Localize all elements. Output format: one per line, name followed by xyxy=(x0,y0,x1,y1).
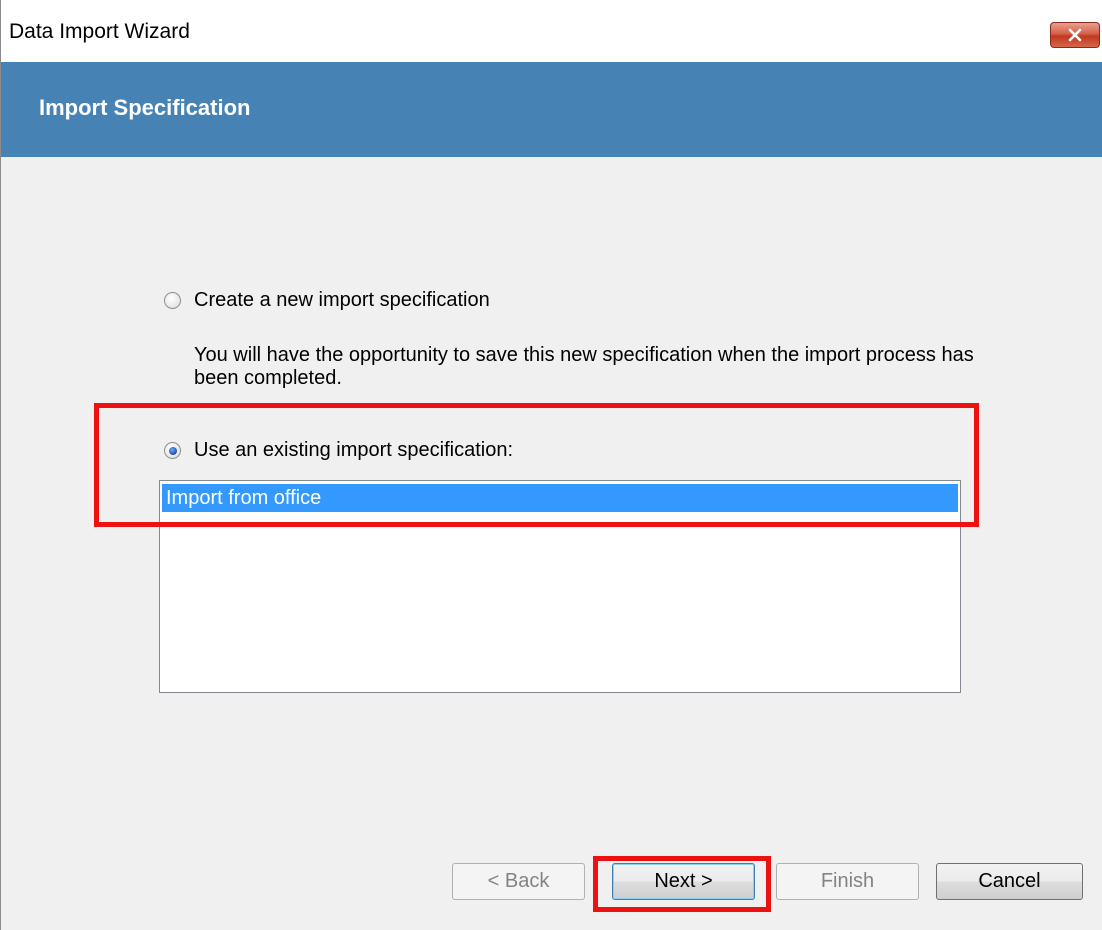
back-button[interactable]: < Back xyxy=(452,863,585,900)
new-spec-label: Create a new import specification xyxy=(194,289,490,311)
new-spec-option[interactable]: Create a new import specification xyxy=(164,289,490,312)
existing-spec-radio[interactable] xyxy=(164,442,181,459)
close-button[interactable] xyxy=(1050,22,1100,48)
next-button[interactable]: Next > xyxy=(612,863,755,900)
new-spec-description: You will have the opportunity to save th… xyxy=(194,344,974,389)
existing-spec-label: Use an existing import specification: xyxy=(194,439,514,461)
page-title: Import Specification xyxy=(39,95,251,120)
data-import-wizard-window: Data Import Wizard Import Specification … xyxy=(0,0,1102,930)
header-band: Import Specification xyxy=(1,62,1102,157)
list-item[interactable]: Import from office xyxy=(162,484,958,512)
cancel-button[interactable]: Cancel xyxy=(936,863,1083,900)
title-bar: Data Import Wizard xyxy=(1,0,1102,62)
window-title: Data Import Wizard xyxy=(9,20,190,43)
close-icon xyxy=(1068,28,1082,42)
finish-button[interactable]: Finish xyxy=(776,863,919,900)
existing-spec-option[interactable]: Use an existing import specification: xyxy=(164,439,513,462)
spec-listbox[interactable]: Import from office xyxy=(159,480,961,693)
new-spec-radio[interactable] xyxy=(164,292,181,309)
